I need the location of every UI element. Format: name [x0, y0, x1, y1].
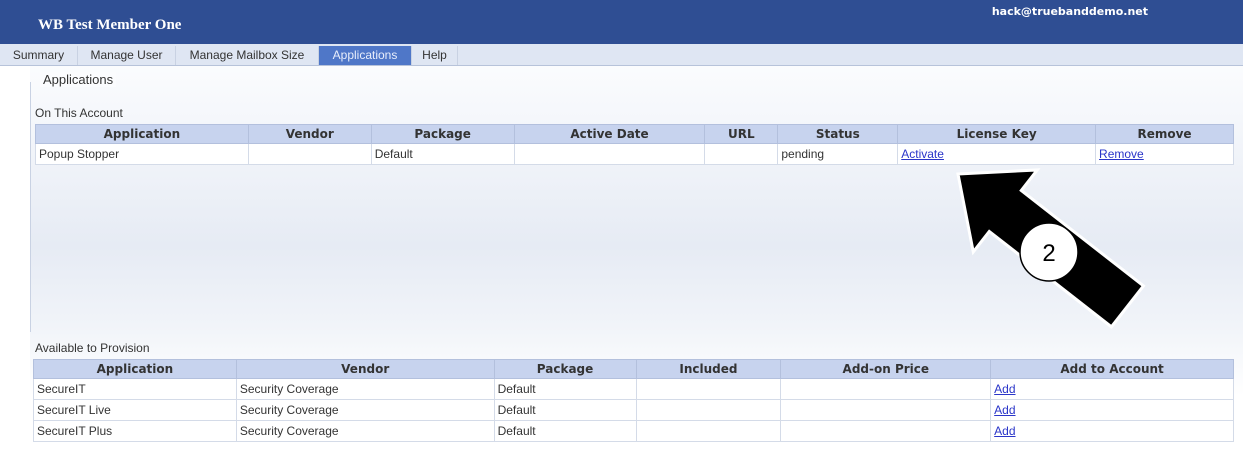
package-cell: Default: [493, 378, 637, 400]
application-cell: SecureIT: [33, 378, 237, 400]
activate-link[interactable]: Activate: [901, 147, 944, 161]
column-header: Add-on Price: [780, 359, 992, 379]
tab-bar: Summary Manage User Manage Mailbox Size …: [0, 44, 1243, 66]
add-cell: Add: [990, 399, 1234, 421]
included-cell: [635, 378, 782, 400]
header-bar: WB Test Member One hack@truebanddemo.net: [0, 0, 1243, 44]
table-row: Popup Stopper Default pending Activate R…: [35, 143, 1234, 165]
callout-arrow-icon: 2: [956, 168, 1146, 329]
callout-number: 2: [1042, 240, 1055, 267]
add-link[interactable]: Add: [994, 424, 1015, 438]
remove-link[interactable]: Remove: [1099, 147, 1144, 161]
addon-price-cell: [780, 420, 992, 442]
member-title: WB Test Member One: [38, 17, 182, 33]
active-date-cell: [513, 143, 706, 165]
addon-price-cell: [780, 399, 992, 421]
package-cell: Default: [493, 420, 637, 442]
column-header: Vendor: [247, 124, 372, 144]
application-cell: SecureIT Live: [33, 399, 237, 421]
remove-cell: Remove: [1095, 143, 1234, 165]
status-cell: pending: [777, 143, 899, 165]
column-header: Status: [777, 124, 899, 144]
section-legend: Applications: [40, 72, 117, 87]
column-header: Included: [635, 359, 782, 379]
vendor-cell: Security Coverage: [235, 378, 495, 400]
application-cell: Popup Stopper: [35, 143, 249, 165]
table-row: SecureIT Live Security Coverage Default …: [33, 399, 1234, 421]
table-row: SecureIT Security Coverage Default Add: [33, 378, 1234, 400]
vendor-cell: [247, 143, 372, 165]
fieldset-border: [30, 82, 31, 332]
column-header: URL: [704, 124, 779, 144]
column-header: Application: [33, 359, 237, 379]
included-cell: [635, 399, 782, 421]
tab-applications[interactable]: Applications: [319, 46, 412, 65]
column-header: Remove: [1095, 124, 1234, 144]
on-account-label: On This Account: [35, 106, 123, 120]
package-cell: Default: [493, 399, 637, 421]
available-table: Application Vendor Package Included Add-…: [33, 359, 1234, 442]
column-header: Active Date: [513, 124, 706, 144]
add-cell: Add: [990, 420, 1234, 442]
available-label: Available to Provision: [35, 341, 150, 355]
table-header-row: Application Vendor Package Included Add-…: [33, 359, 1234, 379]
add-cell: Add: [990, 378, 1234, 400]
vendor-cell: Security Coverage: [235, 420, 495, 442]
tab-summary[interactable]: Summary: [0, 46, 78, 65]
column-header: License Key: [897, 124, 1097, 144]
url-cell: [704, 143, 779, 165]
add-link[interactable]: Add: [994, 403, 1015, 417]
package-cell: Default: [370, 143, 515, 165]
vendor-cell: Security Coverage: [235, 399, 495, 421]
column-header: Application: [35, 124, 249, 144]
column-header: Package: [493, 359, 637, 379]
add-link[interactable]: Add: [994, 382, 1015, 396]
application-cell: SecureIT Plus: [33, 420, 237, 442]
tab-help[interactable]: Help: [412, 46, 458, 65]
included-cell: [635, 420, 782, 442]
column-header: Add to Account: [990, 359, 1234, 379]
tab-manage-mailbox-size[interactable]: Manage Mailbox Size: [176, 46, 319, 65]
license-key-cell: Activate: [897, 143, 1097, 165]
on-account-table: Application Vendor Package Active Date U…: [35, 124, 1234, 165]
table-header-row: Application Vendor Package Active Date U…: [35, 124, 1234, 144]
table-row: SecureIT Plus Security Coverage Default …: [33, 420, 1234, 442]
tab-manage-user[interactable]: Manage User: [78, 46, 176, 65]
column-header: Package: [370, 124, 515, 144]
addon-price-cell: [780, 378, 992, 400]
column-header: Vendor: [235, 359, 495, 379]
user-email: hack@truebanddemo.net: [991, 5, 1148, 18]
